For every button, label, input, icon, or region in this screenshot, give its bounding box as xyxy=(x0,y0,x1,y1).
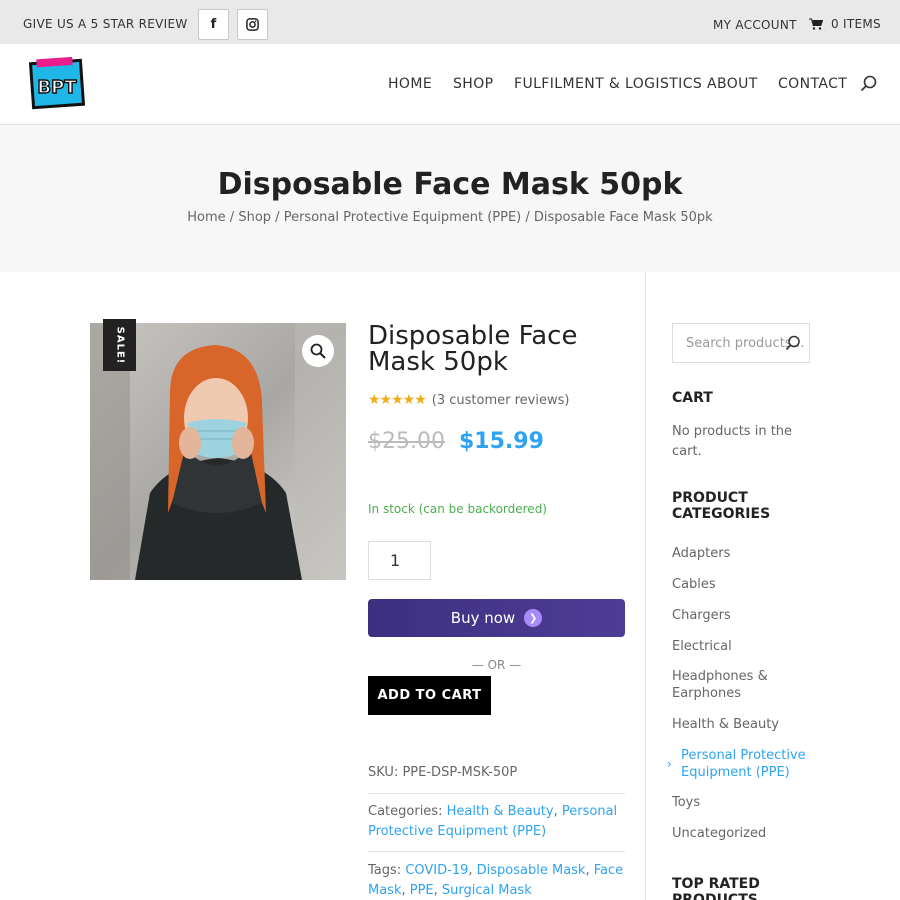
buy-now-label: Buy now xyxy=(450,609,516,627)
nav-shop[interactable]: SHOP xyxy=(453,76,493,92)
sidebar-divider xyxy=(645,272,646,900)
breadcrumb-separator: / xyxy=(229,210,235,225)
sidebar-category-headphones[interactable]: Headphones & Earphones xyxy=(672,668,812,702)
cart-count: 0 ITEMS xyxy=(831,17,881,31)
chevron-right-icon: › xyxy=(667,757,672,771)
breadcrumb-category[interactable]: Personal Protective Equipment (PPE) xyxy=(284,210,522,225)
sku-value: PPE-DSP-MSK-50P xyxy=(402,765,518,780)
review-link[interactable]: GIVE US A 5 STAR REVIEW xyxy=(23,17,188,31)
tags-label: Tags: xyxy=(368,863,402,878)
nav-contact[interactable]: CONTACT xyxy=(778,76,847,92)
categories-heading: PRODUCT CATEGORIES xyxy=(672,490,771,522)
breadcrumb-separator: / xyxy=(525,210,530,225)
top-rated-heading: TOP RATED PRODUCTS xyxy=(672,876,760,900)
categories-label: Categories: xyxy=(368,804,443,819)
sidebar-category-toys[interactable]: Toys xyxy=(672,794,812,811)
my-account-link[interactable]: MY ACCOUNT xyxy=(713,18,797,32)
star-rating-icon: ★★★★★ xyxy=(368,392,427,408)
tag-link[interactable]: Disposable Mask xyxy=(477,863,586,878)
product-search-input[interactable]: Search products… xyxy=(672,323,810,363)
breadcrumb-shop[interactable]: Shop xyxy=(238,210,271,225)
breadcrumb-separator: / xyxy=(275,210,280,225)
tag-link[interactable]: COVID-19 xyxy=(405,863,468,878)
breadcrumb-current: Disposable Face Mask 50pk xyxy=(533,210,713,225)
reviews-link[interactable]: (3 customer reviews) xyxy=(432,393,570,408)
cart-icon xyxy=(809,18,823,30)
site-header: BPT HOME SHOP FULFILMENT & LOGISTICS ABO… xyxy=(0,44,900,125)
sidebar-category-adapters[interactable]: Adapters xyxy=(672,545,812,562)
nav-home[interactable]: HOME xyxy=(388,76,432,92)
site-logo[interactable]: BPT xyxy=(29,56,85,112)
buy-now-button[interactable]: Buy now ❯ xyxy=(368,599,625,637)
sale-price: $15.99 xyxy=(458,429,544,454)
category-link[interactable]: Health & Beauty xyxy=(447,804,554,819)
old-price: $25.00 xyxy=(368,429,445,454)
zoom-button[interactable] xyxy=(302,335,334,367)
sidebar-category-electrical[interactable]: Electrical xyxy=(672,638,812,655)
facebook-icon: f xyxy=(210,17,217,32)
chevron-right-icon: ❯ xyxy=(524,609,543,627)
rating: ★★★★★ (3 customer reviews) xyxy=(368,392,569,408)
facebook-button[interactable]: f xyxy=(198,9,229,40)
meta-divider xyxy=(368,851,625,852)
magnifier-icon xyxy=(310,343,326,359)
breadcrumb-home[interactable]: Home xyxy=(187,210,225,225)
sidebar-category-chargers[interactable]: Chargers xyxy=(672,607,812,624)
page-title: Disposable Face Mask 50pk xyxy=(217,167,683,202)
instagram-button[interactable] xyxy=(237,9,268,40)
sku-label: SKU: xyxy=(368,765,399,780)
or-divider: — OR — xyxy=(471,658,522,672)
sidebar-category-uncategorized[interactable]: Uncategorized xyxy=(672,825,812,842)
page-title-section: Disposable Face Mask 50pk Home / Shop / … xyxy=(0,125,900,272)
instagram-icon xyxy=(246,18,259,31)
cart-empty-message: No products in the cart. xyxy=(672,424,793,459)
cart-link[interactable]: 0 ITEMS xyxy=(809,17,881,31)
quantity-input[interactable]: 1 xyxy=(368,541,431,580)
sidebar-category-ppe[interactable]: Personal Protective Equipment (PPE) xyxy=(681,747,821,781)
price: $25.00 $15.99 xyxy=(368,429,544,454)
tag-link[interactable]: PPE xyxy=(410,883,434,898)
product-title: Disposable Face Mask 50pk xyxy=(368,321,578,377)
nav-about[interactable]: ABOUT xyxy=(707,76,758,92)
meta-divider xyxy=(368,793,625,794)
product-tags: Tags: COVID-19, Disposable Mask, Face Ma… xyxy=(368,863,624,898)
logo-text: BPT xyxy=(37,77,77,98)
search-icon[interactable] xyxy=(860,75,878,93)
top-bar: GIVE US A 5 STAR REVIEW f MY ACCOUNT 0 I… xyxy=(0,0,900,44)
product-sku: SKU: PPE-DSP-MSK-50P xyxy=(368,763,625,783)
sidebar-category-health-beauty[interactable]: Health & Beauty xyxy=(672,716,812,733)
tag-link[interactable]: Surgical Mask xyxy=(442,883,532,898)
sidebar-category-cables[interactable]: Cables xyxy=(672,576,812,593)
breadcrumb: Home / Shop / Personal Protective Equipm… xyxy=(0,210,900,225)
search-icon[interactable] xyxy=(785,335,801,351)
nav-fulfilment[interactable]: FULFILMENT & LOGISTICS xyxy=(514,76,702,92)
product-categories: Categories: Health & Beauty, Personal Pr… xyxy=(368,804,618,839)
stock-status: In stock (can be backordered) xyxy=(368,502,547,516)
cart-heading: CART xyxy=(672,390,713,406)
sale-badge: SALE! xyxy=(103,319,136,371)
add-to-cart-button[interactable]: ADD TO CART xyxy=(368,676,491,715)
